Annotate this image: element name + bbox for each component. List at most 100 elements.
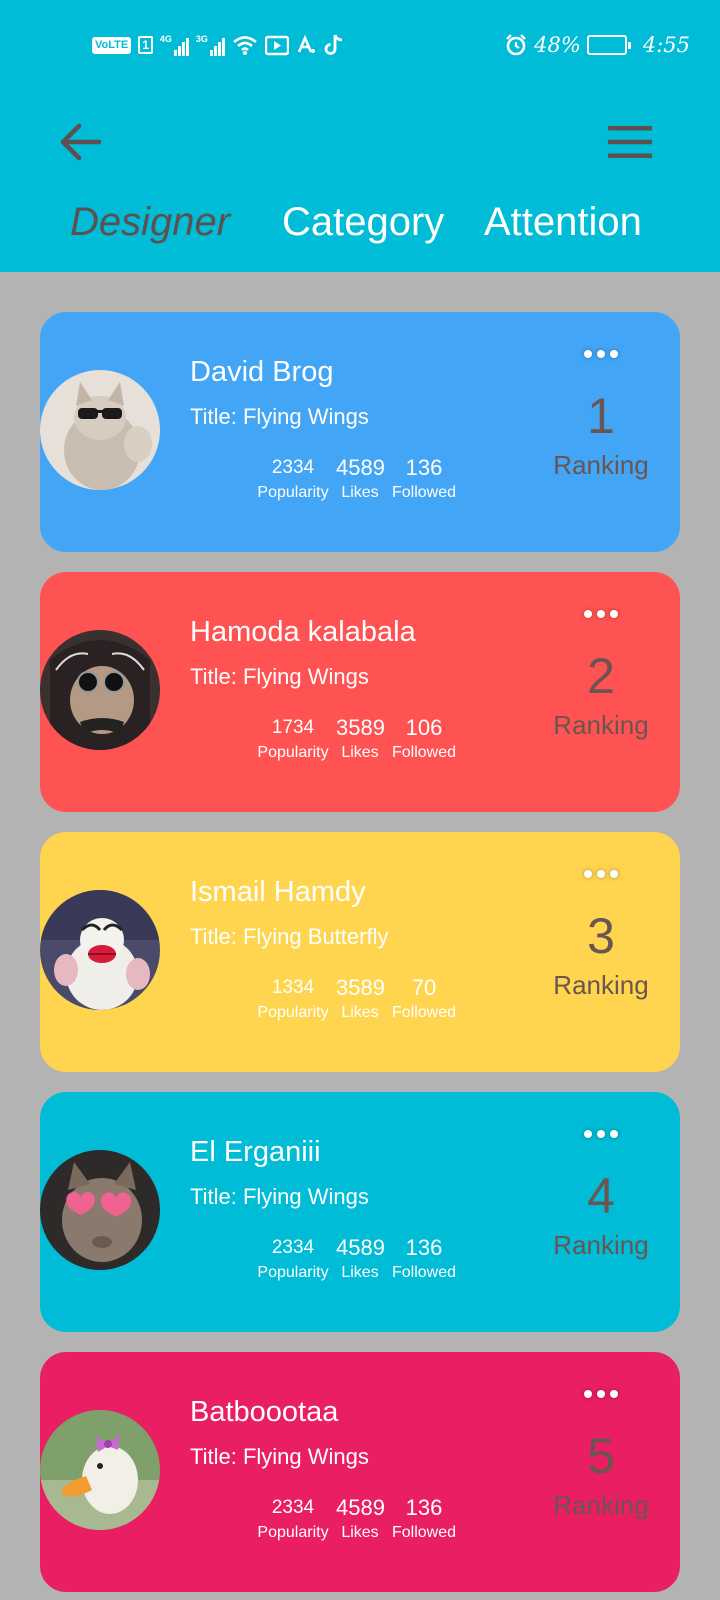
rank-number: 3 [587, 908, 615, 964]
duck-with-lips-avatar [40, 890, 160, 1010]
designer-card[interactable]: David Brog Title: Flying Wings 2334 Popul… [40, 312, 680, 552]
followed-value: 70 [411, 975, 437, 1000]
stat-popularity: 1734 Popularity [250, 714, 336, 764]
more-options-icon[interactable] [580, 602, 622, 626]
followed-label: Followed [391, 744, 457, 761]
rank-label: Ranking [553, 450, 649, 480]
hamburger-menu-icon [608, 126, 652, 158]
designer-name: Ismail Hamdy [190, 876, 366, 908]
popularity-value: 2334 [271, 1497, 315, 1518]
designer-name: Hamoda kalabala [190, 616, 416, 648]
popularity-value: 1734 [271, 717, 315, 738]
designer-name: Batboootaa [190, 1396, 339, 1428]
cat-with-bandana-avatar [40, 630, 160, 750]
status-icons-right: 48% 4:55 [504, 28, 690, 62]
followed-label: Followed [391, 1524, 457, 1541]
designer-card[interactable]: Batboootaa Title: Flying Wings 2334 Popul… [40, 1352, 680, 1592]
followed-value: 136 [405, 1235, 443, 1260]
sim-1-icon: 1 [138, 36, 153, 54]
stat-likes: 4589 Likes [336, 454, 385, 504]
font-icon [297, 34, 315, 53]
followed-value: 136 [405, 1495, 443, 1520]
duck-with-bow-avatar [40, 1410, 160, 1530]
popularity-value: 2334 [271, 457, 315, 478]
followed-label: Followed [391, 484, 457, 501]
signal-3g-icon: 3G [196, 34, 225, 56]
likes-value: 3589 [336, 715, 385, 740]
designer-card[interactable]: Hamoda kalabala Title: Flying Wings 1734… [40, 572, 680, 812]
wifi-icon [233, 36, 257, 55]
designer-name: David Brog [190, 356, 334, 388]
menu-button[interactable] [600, 114, 660, 170]
rank-label: Ranking [553, 1230, 649, 1260]
battery-percent: 48% [534, 33, 581, 57]
stat-followed: 136 Followed [386, 1494, 462, 1544]
popularity-label: Popularity [257, 744, 329, 761]
designer-title: Title: Flying Wings [190, 664, 369, 689]
rank-number: 2 [587, 648, 615, 704]
signal-3g-label: 3G [195, 34, 208, 44]
cat-with-heart-glasses-avatar [40, 1150, 160, 1270]
rank-number: 1 [587, 388, 615, 444]
designer-card[interactable]: El Erganiii Title: Flying Wings 2334 Popu… [40, 1092, 680, 1332]
tab-designer[interactable]: Designer [70, 190, 230, 254]
alarm-icon [506, 34, 526, 56]
status-bar: VoLTE 1 4G 3G 48% 4:55 [0, 0, 720, 88]
likes-value: 4589 [336, 1495, 385, 1520]
status-icons-left: VoLTE 1 4G 3G [92, 28, 345, 62]
stat-likes: 4589 Likes [336, 1494, 385, 1544]
more-options-icon[interactable] [580, 1122, 622, 1146]
tab-attention[interactable]: Attention [484, 190, 642, 254]
stat-likes: 3589 Likes [336, 974, 385, 1024]
tab-bar: Designer Category Attention [0, 190, 720, 254]
media-icon [264, 35, 289, 56]
popularity-value: 2334 [271, 1237, 315, 1258]
signal-4g-label: 4G [159, 34, 172, 44]
stat-followed: 136 Followed [386, 454, 462, 504]
popularity-value: 1334 [271, 977, 315, 998]
likes-value: 4589 [336, 1235, 385, 1260]
likes-label: Likes [341, 1524, 379, 1541]
likes-value: 4589 [336, 455, 385, 480]
stat-followed: 70 Followed [386, 974, 462, 1024]
popularity-label: Popularity [257, 1524, 329, 1541]
rank-number: 5 [587, 1428, 615, 1484]
stat-popularity: 1334 Popularity [250, 974, 336, 1024]
rank-number: 4 [587, 1168, 615, 1224]
designer-title: Title: Flying Wings [190, 1184, 369, 1209]
rank-label: Ranking [553, 970, 649, 1000]
popularity-label: Popularity [257, 484, 329, 501]
more-options-icon[interactable] [580, 862, 622, 886]
back-button[interactable] [52, 114, 108, 170]
stat-followed: 136 Followed [386, 1234, 462, 1284]
followed-value: 136 [405, 455, 443, 480]
volte-icon: VoLTE [92, 36, 132, 54]
arrow-left-icon [60, 123, 102, 161]
stat-popularity: 2334 Popularity [250, 1234, 336, 1284]
likes-label: Likes [341, 484, 379, 501]
designer-card[interactable]: Ismail Hamdy Title: Flying Butterfly 133… [40, 832, 680, 1072]
followed-label: Followed [391, 1004, 457, 1021]
followed-value: 106 [405, 715, 443, 740]
designer-title: Title: Flying Wings [190, 1444, 369, 1469]
tab-category[interactable]: Category [282, 190, 444, 254]
app-header: VoLTE 1 4G 3G 48% 4:55 Designer Category… [0, 0, 720, 272]
rank-label: Ranking [553, 1490, 649, 1520]
likes-label: Likes [341, 1004, 379, 1021]
likes-label: Likes [341, 1264, 379, 1281]
popularity-label: Popularity [257, 1264, 329, 1281]
cat-with-sunglasses-avatar [40, 370, 160, 490]
designer-title: Title: Flying Wings [190, 404, 369, 429]
popularity-label: Popularity [257, 1004, 329, 1021]
more-options-icon[interactable] [580, 1382, 622, 1406]
more-options-icon[interactable] [580, 342, 622, 366]
clock: 4:55 [642, 33, 690, 57]
likes-value: 3589 [336, 975, 385, 1000]
battery-icon [586, 35, 631, 55]
followed-label: Followed [391, 1264, 457, 1281]
designer-title: Title: Flying Butterfly [190, 924, 389, 949]
stat-likes: 3589 Likes [336, 714, 385, 764]
rank-label: Ranking [553, 710, 649, 740]
stat-popularity: 2334 Popularity [250, 1494, 336, 1544]
tiktok-icon [324, 34, 343, 55]
